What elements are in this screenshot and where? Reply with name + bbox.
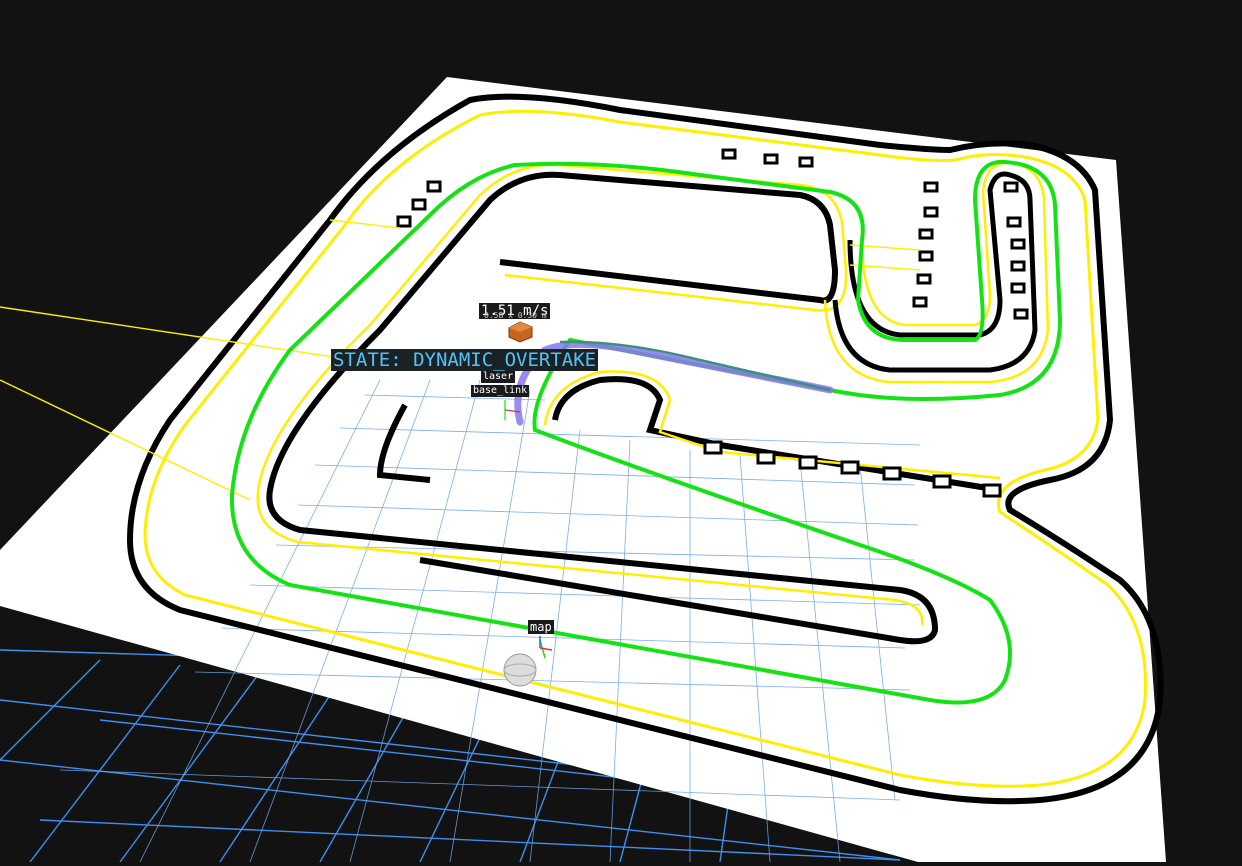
tf-frame-base-label: base_link xyxy=(471,385,530,397)
rviz-3d-viewport[interactable]: STATE: DYNAMIC_OVERTAKE 1.51 m/s 0.58 x … xyxy=(0,0,1242,863)
vehicle-scale-label: 0.58 x 0.30 m xyxy=(484,311,547,320)
tf-frame-map-label: map xyxy=(528,620,554,634)
state-label: STATE: DYNAMIC_OVERTAKE xyxy=(331,349,599,371)
scene-svg xyxy=(0,77,1166,863)
tf-frame-laser-label: laser xyxy=(481,371,516,383)
